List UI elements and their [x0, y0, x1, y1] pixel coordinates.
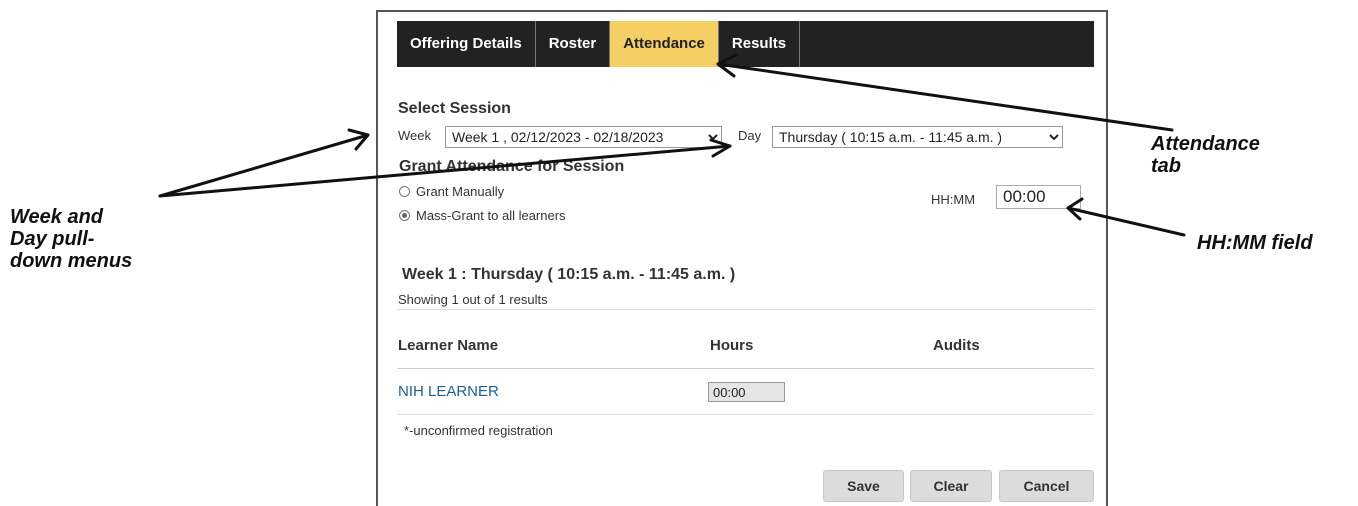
callout-arrows: [158, 53, 1186, 237]
arrow-to-attendance-tab: [716, 62, 1174, 132]
arrow-to-hhmm-field: [1066, 206, 1186, 237]
